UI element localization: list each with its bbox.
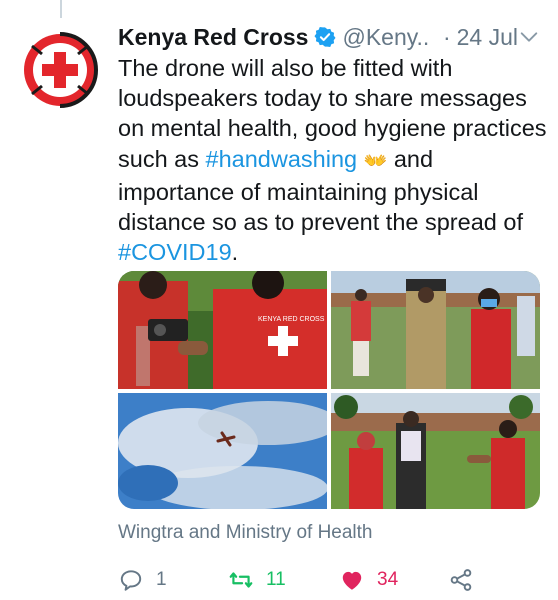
thread-line [60,0,62,18]
chevron-down-icon[interactable] [518,26,540,48]
tweet-text-part: . [231,239,239,266]
photo-volunteers-greeting[interactable] [331,393,540,509]
location-tag[interactable]: Wingtra and Ministry of Health [118,522,373,544]
photo-officials[interactable] [331,271,540,389]
vest-text: KENYA RED CROSS [258,316,325,323]
media-grid: KENYA RED CROSS [118,271,540,509]
red-cross-logo [24,32,98,108]
tweet[interactable]: Kenya Red Cross @Keny... · 24 Jul The dr… [0,0,558,600]
retweet-icon [229,572,253,588]
photo-drone-sky[interactable] [118,393,327,509]
retweet-count: 11 [266,569,286,590]
reply-icon [120,570,142,591]
reply-count: 1 [156,569,167,590]
heart-icon [342,571,362,590]
open-hands-emoji: 👐 [363,150,388,172]
avatar[interactable] [20,30,100,110]
hashtag-handwashing[interactable]: #handwashing [206,146,358,172]
tweet-header: Kenya Red Cross @Keny... · 24 Jul [118,22,540,52]
author-name[interactable]: Kenya Red Cross [118,24,308,51]
date-separator: · [442,23,451,50]
retweet-button[interactable]: 11 [228,567,286,593]
share-button[interactable] [448,567,474,593]
tweet-text: The drone will also be fitted with louds… [118,53,548,267]
photo-drone-handling[interactable]: KENYA RED CROSS [118,271,327,389]
like-button[interactable]: 34 [339,567,398,593]
action-bar: 1 11 34 [118,563,498,597]
hashtag-covid19[interactable]: #COVID19 [118,239,232,265]
reply-button[interactable]: 1 [118,567,167,593]
verified-badge-icon [314,27,337,47]
tweet-date[interactable]: 24 Jul [457,24,518,51]
author-handle[interactable]: @Keny... [342,24,428,51]
like-count: 34 [377,569,399,590]
share-icon [450,569,472,591]
